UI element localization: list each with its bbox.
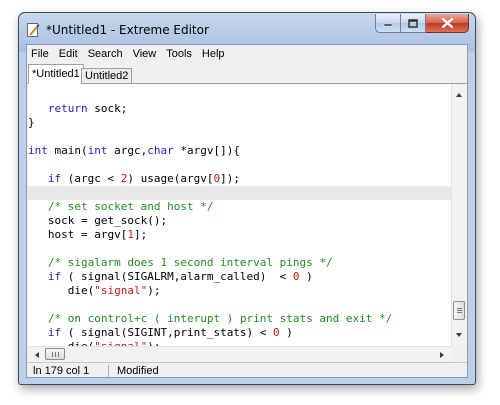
code-token: ): [279, 326, 293, 339]
code-line[interactable]: return sock;: [28, 102, 451, 116]
code-line[interactable]: /* set socket and host */: [28, 200, 451, 214]
editor-window: *Untitled1 - Extreme Editor File Edit Se…: [18, 12, 476, 385]
code-token: if: [47, 326, 62, 339]
vertical-scrollbar[interactable]: [451, 84, 467, 346]
menu-edit[interactable]: Edit: [54, 48, 83, 60]
status-bar: ln 179 col 1 Modified: [27, 362, 467, 379]
code-line[interactable]: [28, 298, 451, 312]
code-token: ) usage(argv[: [127, 172, 214, 185]
scroll-down-icon[interactable]: [456, 333, 462, 337]
code-token: int: [28, 144, 48, 157]
code-line[interactable]: if ( signal(SIGINT,print_stats) < 0 ): [28, 326, 451, 340]
maximize-button[interactable]: [401, 14, 426, 33]
scroll-left-icon[interactable]: [35, 352, 39, 358]
code-token: 0: [292, 270, 300, 283]
menu-file[interactable]: File: [27, 48, 54, 60]
maximize-icon: [408, 18, 418, 28]
code-line[interactable]: [28, 130, 451, 144]
code-token: return: [47, 102, 88, 115]
code-line[interactable]: die("signal");: [28, 284, 451, 298]
code-token: }: [28, 116, 35, 129]
grip-line: [457, 310, 462, 311]
code-token: main(: [47, 144, 88, 157]
menu-search[interactable]: Search: [83, 48, 128, 60]
horizontal-scroll-thumb[interactable]: [45, 348, 65, 360]
scrollbar-corner: [451, 346, 467, 362]
vertical-scroll-thumb[interactable]: [453, 301, 465, 320]
title-bar[interactable]: *Untitled1 - Extreme Editor: [19, 13, 475, 45]
code-line[interactable]: if (argc < 2) usage(argv[0]);: [28, 172, 451, 186]
scroll-up-icon[interactable]: [456, 93, 462, 97]
code-token: int: [87, 144, 108, 157]
code-token: /* sigalarm does 1 second interval pings…: [47, 256, 333, 269]
code-token: if: [47, 270, 62, 283]
close-button[interactable]: [426, 14, 469, 33]
minimize-button[interactable]: [375, 14, 401, 33]
window-title: *Untitled1 - Extreme Editor: [46, 23, 209, 37]
tab-strip: *Untitled1 Untitled2: [27, 63, 467, 84]
code-token: ): [299, 270, 313, 283]
code-token: ( signal(SIGINT,print_stats) <: [61, 326, 274, 339]
code-token: char: [147, 144, 174, 157]
menu-bar: File Edit Search View Tools Help: [27, 45, 467, 63]
code-token: ];: [133, 228, 148, 241]
code-token: if: [47, 172, 62, 185]
status-divider: [108, 365, 109, 377]
code-line[interactable]: /* sigalarm does 1 second interval pings…: [28, 256, 451, 270]
code-token: 1: [127, 228, 134, 241]
code-line[interactable]: }: [28, 116, 451, 130]
code-line[interactable]: [28, 88, 451, 102]
code-line[interactable]: [28, 242, 451, 256]
modified-indicator: Modified: [117, 365, 159, 377]
code-token: host = argv[: [28, 228, 128, 241]
code-token: "signal": [94, 284, 148, 297]
code-token: /* on control+c ( interupt ) print stats…: [47, 312, 393, 325]
code-token: 0: [273, 326, 280, 339]
grip-line: [58, 352, 59, 357]
menu-help[interactable]: Help: [197, 48, 230, 60]
grip-line: [52, 352, 53, 357]
cursor-position: ln 179 col 1: [33, 365, 90, 377]
tab-untitled2[interactable]: Untitled2: [81, 68, 133, 84]
horizontal-scrollbar[interactable]: [28, 346, 451, 362]
minimize-icon: [383, 23, 393, 27]
code-token: (argc <: [61, 172, 121, 185]
scroll-right-icon[interactable]: [440, 352, 444, 358]
code-token: ]);: [220, 172, 240, 185]
code-line[interactable]: /* on control+c ( interupt ) print stats…: [28, 312, 451, 326]
menu-view[interactable]: View: [128, 48, 162, 60]
client-area: File Edit Search View Tools Help *Untitl…: [26, 44, 468, 378]
code-token: /* set socket and host */: [47, 200, 214, 213]
grip-line: [55, 352, 56, 357]
code-token: ( signal(SIGALRM,alarm_called) <: [61, 270, 293, 283]
code-token: sock;: [87, 102, 128, 115]
code-line[interactable]: if ( signal(SIGALRM,alarm_called) < 0 ): [28, 270, 451, 284]
code-token: die(: [28, 284, 95, 297]
code-token: sock = get_sock();: [28, 214, 168, 227]
code-line[interactable]: host = argv[1];: [28, 228, 451, 242]
code-token: );: [147, 284, 161, 297]
code-line[interactable]: [28, 158, 451, 172]
code-token: *argv[]){: [173, 144, 240, 157]
menu-tools[interactable]: Tools: [161, 48, 197, 60]
code-editor[interactable]: return sock;} int main(int argc,char *arg…: [28, 84, 451, 346]
grip-line: [457, 312, 462, 313]
close-icon: [441, 18, 453, 28]
code-line[interactable]: sock = get_sock();: [28, 214, 451, 228]
grip-line: [457, 308, 462, 309]
document-edit-icon: [27, 23, 40, 37]
code-line[interactable]: [28, 186, 451, 200]
code-token: argc,: [107, 144, 148, 157]
caption-buttons: [375, 14, 469, 34]
code-line[interactable]: int main(int argc,char *argv[]){: [28, 144, 451, 158]
tab-untitled1[interactable]: *Untitled1: [28, 64, 84, 84]
